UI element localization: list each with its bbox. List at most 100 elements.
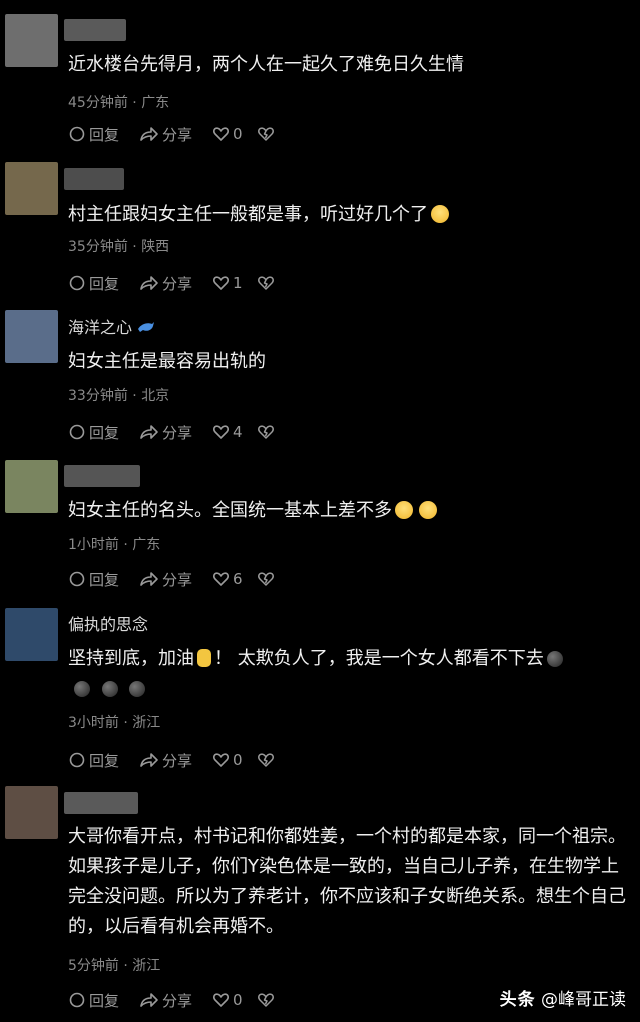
- laughing-emoji-icon: [431, 205, 449, 223]
- reply-label: 回复: [89, 274, 120, 293]
- dislike-button[interactable]: [257, 274, 275, 292]
- like-button[interactable]: 0: [212, 751, 243, 769]
- like-button[interactable]: 0: [212, 991, 243, 1009]
- comment-actions: 回复 分享 6: [68, 567, 295, 591]
- like-count: 0: [233, 991, 243, 1009]
- reply-label: 回复: [89, 570, 120, 589]
- reply-label: 回复: [89, 991, 120, 1010]
- reply-bubble-icon: [69, 992, 85, 1008]
- avatar[interactable]: [5, 608, 58, 661]
- comment-text-content: 妇女主任是最容易出轨的: [68, 351, 266, 372]
- comment-time: 35分钟前: [68, 239, 128, 255]
- username-redacted: [64, 168, 124, 190]
- broken-heart-icon: [257, 127, 274, 141]
- dislike-button[interactable]: [257, 570, 275, 588]
- comment-meta: 1小时前 · 广东: [68, 534, 160, 554]
- avatar[interactable]: [5, 786, 58, 839]
- reply-label: 回复: [89, 751, 120, 770]
- reply-button[interactable]: 回复: [68, 569, 119, 590]
- bomb-emoji-icon: [74, 681, 90, 697]
- reply-button[interactable]: 回复: [68, 990, 119, 1011]
- avatar[interactable]: [5, 14, 58, 67]
- username-redacted: [64, 19, 126, 41]
- avatar[interactable]: [5, 460, 58, 513]
- fist-emoji-icon: [197, 649, 211, 667]
- comment-text-content: 近水楼台先得月，两个人在一起久了难免日久生情: [68, 54, 464, 75]
- comment-actions: 回复 分享 0: [68, 748, 295, 772]
- comment-actions: 回复 分享 1: [68, 271, 295, 295]
- comment-actions: 回复 分享 0: [68, 988, 295, 1012]
- comment-location: 广东: [141, 95, 170, 111]
- comment-meta: 5分钟前 · 浙江: [68, 955, 160, 975]
- reply-button[interactable]: 回复: [68, 422, 119, 443]
- comment-meta: 45分钟前 · 广东: [68, 92, 169, 112]
- share-button[interactable]: 分享: [139, 990, 192, 1011]
- reply-button[interactable]: 回复: [68, 750, 119, 771]
- like-button[interactable]: 6: [212, 570, 243, 588]
- comment-text: 近水楼台先得月，两个人在一起久了难免日久生情: [68, 50, 634, 80]
- heart-icon: [213, 276, 230, 290]
- meta-separator: ·: [132, 388, 137, 404]
- share-label: 分享: [162, 751, 193, 770]
- username[interactable]: 偏执的思念: [68, 615, 148, 635]
- comment-location: 北京: [141, 388, 170, 404]
- broken-heart-icon: [257, 276, 274, 290]
- username[interactable]: 海洋之心: [68, 318, 155, 338]
- username-text: 海洋之心: [68, 318, 133, 337]
- like-count: 4: [233, 423, 243, 441]
- share-button[interactable]: 分享: [139, 750, 192, 771]
- comment-text: 妇女主任是最容易出轨的: [68, 347, 634, 377]
- broken-heart-icon: [257, 753, 274, 767]
- watermark: 头条 @峰哥正读: [500, 985, 626, 1010]
- comment-meta: 33分钟前 · 北京: [68, 385, 169, 405]
- comment-text-content: ！ 太欺负人了，我是一个女人都看不下去: [214, 648, 544, 669]
- share-icon: [140, 425, 158, 439]
- like-button[interactable]: 1: [212, 274, 243, 292]
- heart-icon: [213, 425, 230, 439]
- share-icon: [140, 276, 158, 290]
- comment-location: 陕西: [141, 239, 170, 255]
- share-icon: [140, 753, 158, 767]
- comment-time: 45分钟前: [68, 95, 128, 111]
- share-button[interactable]: 分享: [139, 124, 192, 145]
- dislike-button[interactable]: [257, 423, 275, 441]
- comment-time: 5分钟前: [68, 958, 119, 974]
- comment-actions: 回复 分享 4: [68, 420, 295, 444]
- meta-separator: ·: [123, 715, 128, 731]
- dislike-button[interactable]: [257, 751, 275, 769]
- share-label: 分享: [162, 423, 193, 442]
- dolphin-badge-icon: [138, 322, 155, 332]
- meta-separator: ·: [123, 537, 128, 553]
- share-icon: [140, 572, 158, 586]
- share-button[interactable]: 分享: [139, 569, 192, 590]
- meta-separator: ·: [132, 95, 137, 111]
- like-button[interactable]: 4: [212, 423, 243, 441]
- comment-text: 坚持到底，加油 ！ 太欺负人了，我是一个女人都看不下去: [68, 644, 634, 704]
- meta-separator: ·: [132, 239, 137, 255]
- watermark-author: @峰哥正读: [541, 990, 626, 1010]
- dislike-button[interactable]: [257, 991, 275, 1009]
- reply-label: 回复: [89, 423, 120, 442]
- comment-actions: 回复 分享 0: [68, 122, 295, 146]
- watermark-brand: 头条: [499, 990, 536, 1010]
- share-label: 分享: [162, 125, 193, 144]
- share-label: 分享: [162, 570, 193, 589]
- avatar[interactable]: [5, 310, 58, 363]
- share-button[interactable]: 分享: [139, 422, 192, 443]
- reply-button[interactable]: 回复: [68, 273, 119, 294]
- dislike-button[interactable]: [257, 125, 275, 143]
- comment-time: 1小时前: [68, 537, 119, 553]
- reply-bubble-icon: [69, 571, 85, 587]
- laughing-emoji-icon: [395, 501, 413, 519]
- share-button[interactable]: 分享: [139, 273, 192, 294]
- like-count: 0: [233, 125, 243, 143]
- avatar[interactable]: [5, 162, 58, 215]
- meta-separator: ·: [123, 958, 128, 974]
- reply-bubble-icon: [69, 752, 85, 768]
- comment-meta: 3小时前 · 浙江: [68, 712, 160, 732]
- comment-text: 妇女主任的名头。全国统一基本上差不多: [68, 496, 634, 526]
- username-redacted: [64, 465, 140, 487]
- like-button[interactable]: 0: [212, 125, 243, 143]
- broken-heart-icon: [257, 572, 274, 586]
- reply-button[interactable]: 回复: [68, 124, 119, 145]
